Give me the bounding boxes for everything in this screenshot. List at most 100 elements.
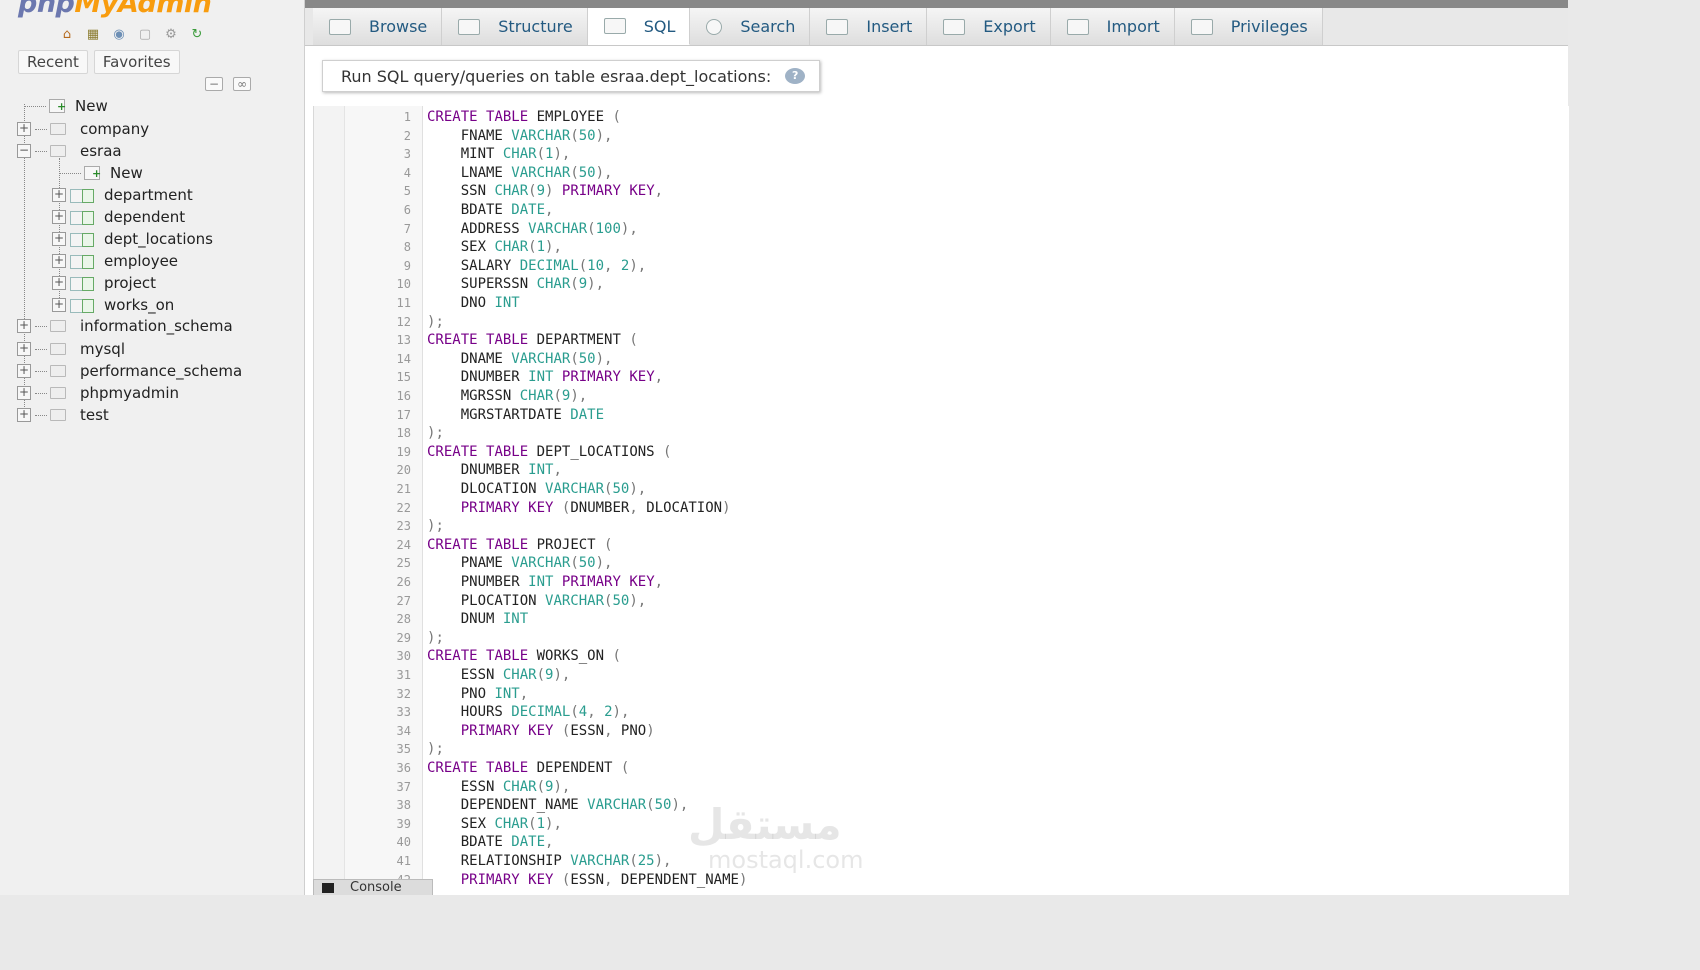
line-number: 39 — [396, 816, 411, 831]
new-table-icon — [84, 166, 101, 180]
reload-icon[interactable]: ↻ — [188, 27, 206, 43]
database-icon — [50, 145, 66, 157]
code-text: CREATE TABLE DEPENDENT ( — [427, 760, 630, 776]
line-number: 9 — [403, 258, 411, 273]
line-number: 35 — [396, 742, 411, 757]
tree-item-label: dependent — [104, 208, 186, 226]
line-number: 36 — [396, 761, 411, 775]
console-icon — [322, 882, 334, 893]
link-with-main-icon[interactable]: ∞ — [233, 77, 252, 91]
tree-item-esraa[interactable]: − esraa — [17, 141, 122, 161]
browse-icon — [329, 18, 351, 35]
code-text: DNAME VARCHAR(50), — [427, 350, 613, 367]
database-icon[interactable]: ▦ — [84, 27, 102, 43]
table-icon — [70, 299, 94, 313]
line-number: 3 — [403, 147, 411, 162]
code-text: PLOCATION VARCHAR(50), — [427, 592, 647, 609]
line-number: 26 — [396, 575, 411, 589]
code-text: ); — [427, 629, 444, 646]
tree-item-table-project[interactable]: + project — [52, 273, 156, 293]
line-number: 12 — [396, 314, 411, 329]
sql-editor[interactable]: 1 CREATE TABLE EMPLOYEE (2 FNAME VARCHAR(… — [344, 106, 1569, 895]
navigation-sidebar: phpMyAdmin ⌂ ▦ ◉ ▢ ⚙ ↻ Recent Favorites … — [0, 0, 305, 895]
expand-icon[interactable]: + — [17, 386, 31, 400]
tree-item-mysql[interactable]: + mysql — [17, 339, 125, 359]
table-icon — [70, 189, 94, 203]
tab-structure[interactable]: Structure — [442, 8, 588, 45]
tree-item-table-works-on[interactable]: + works_on — [52, 295, 174, 315]
line-number: 24 — [396, 537, 411, 552]
expand-icon[interactable]: + — [52, 276, 66, 290]
tab-label: Browse — [369, 17, 428, 36]
tab-sql[interactable]: SQL — [587, 8, 691, 45]
tab-import[interactable]: Import — [1050, 8, 1175, 45]
code-text: CREATE TABLE DEPT_LOCATIONS ( — [427, 443, 672, 460]
expand-icon[interactable]: + — [17, 122, 31, 136]
database-icon — [50, 343, 66, 355]
code-text: PRIMARY KEY (DNUMBER, DLOCATION) — [460, 499, 731, 516]
line-number: 5 — [403, 184, 411, 199]
tab-search[interactable]: Search — [690, 8, 811, 45]
settings-icon[interactable]: ⚙ — [162, 27, 180, 43]
line-number: 13 — [396, 333, 411, 348]
code-text: MINT CHAR(1), — [427, 146, 571, 163]
collapse-all-icon[interactable]: − — [205, 77, 224, 91]
tree-item-label: esraa — [80, 142, 122, 160]
tree-item-test[interactable]: + test — [17, 405, 109, 425]
tree-tools: − ∞ — [205, 77, 252, 91]
query-header-text: Run SQL query/queries on table esraa.dep… — [341, 66, 772, 86]
recent-tab[interactable]: Recent — [18, 50, 88, 74]
expand-icon[interactable]: + — [52, 298, 66, 312]
table-icon — [70, 255, 94, 269]
phpmyadmin-logo[interactable]: phpMyAdmin — [18, 0, 212, 19]
favorites-tab[interactable]: Favorites — [93, 50, 180, 74]
breadcrumb-bar — [305, 0, 1568, 8]
tab-insert[interactable]: Insert — [810, 8, 928, 45]
collapse-icon[interactable]: − — [17, 144, 31, 158]
expand-icon[interactable]: + — [17, 342, 31, 356]
console-toggle[interactable]: Console — [313, 879, 433, 895]
expand-icon[interactable]: + — [17, 319, 31, 333]
tree-item-new[interactable]: New — [24, 96, 108, 116]
tab-label: Privileges — [1230, 17, 1308, 36]
tab-export[interactable]: Export — [927, 8, 1051, 45]
code-text: DNO INT — [427, 295, 520, 311]
tab-browse[interactable]: Browse — [313, 8, 443, 45]
code-text: SEX CHAR(1), — [427, 815, 562, 832]
code-text: HOURS DECIMAL(4, 2), — [427, 704, 630, 721]
expand-icon[interactable]: + — [17, 364, 31, 378]
tree-item-phpmyadmin[interactable]: + phpmyadmin — [17, 383, 179, 403]
tree-item-table-department[interactable]: + department — [52, 185, 193, 205]
console-label: Console — [350, 880, 402, 895]
code-text: SSN CHAR(9) PRIMARY KEY, — [427, 183, 664, 200]
expand-icon[interactable]: + — [52, 188, 66, 202]
expand-icon[interactable]: + — [17, 408, 31, 422]
line-number: 41 — [396, 854, 411, 868]
help-icon[interactable]: ◉ — [110, 27, 128, 43]
line-number: 32 — [396, 686, 411, 701]
watermark-url: mostaql.com — [708, 846, 864, 874]
tree-item-performance-schema[interactable]: + performance_schema — [17, 361, 242, 381]
line-number: 34 — [396, 723, 411, 738]
tree-item-table-dependent[interactable]: + dependent — [52, 207, 185, 227]
docs-icon[interactable]: ▢ — [136, 27, 154, 43]
line-number: 22 — [396, 500, 411, 515]
line-number: 6 — [403, 203, 411, 217]
help-icon[interactable]: ? — [785, 68, 806, 84]
tree-item-table-employee[interactable]: + employee — [52, 251, 178, 271]
tree-item-label: project — [104, 274, 157, 292]
expand-icon[interactable]: + — [52, 210, 66, 224]
expand-icon[interactable]: + — [52, 232, 66, 246]
insert-icon — [826, 18, 849, 35]
tree-item-table-dept-locations[interactable]: + dept_locations — [52, 229, 213, 249]
tab-privileges[interactable]: Privileges — [1174, 8, 1323, 45]
tab-label: Structure — [498, 17, 573, 36]
tree-item-label: information_schema — [80, 317, 233, 335]
watermark: مستقل — [688, 800, 842, 849]
tree-item-esraa-new[interactable]: New — [59, 163, 143, 183]
line-number: 29 — [396, 630, 411, 645]
tree-item-information-schema[interactable]: + information_schema — [17, 316, 233, 336]
home-icon[interactable]: ⌂ — [58, 27, 76, 43]
tree-item-company[interactable]: + company — [17, 119, 149, 139]
expand-icon[interactable]: + — [52, 254, 66, 268]
